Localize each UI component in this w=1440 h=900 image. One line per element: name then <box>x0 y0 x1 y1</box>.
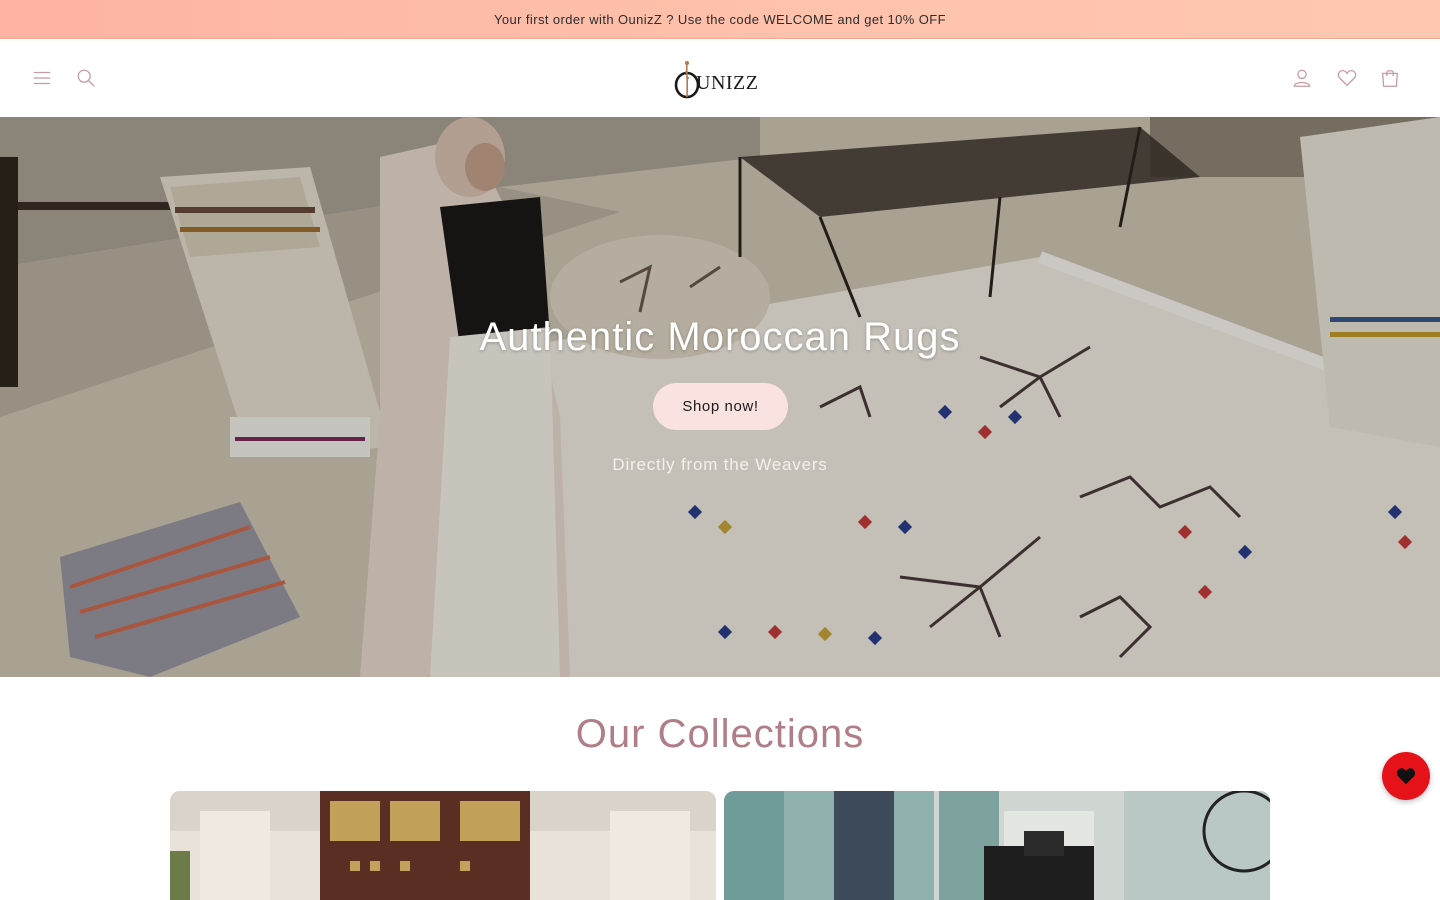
collection-card[interactable] <box>170 791 716 900</box>
floating-wishlist-button[interactable] <box>1382 752 1430 800</box>
collections-title: Our Collections <box>575 712 865 756</box>
shop-now-button[interactable]: Shop now! <box>653 383 788 430</box>
collection-image <box>170 791 716 900</box>
search-icon[interactable] <box>74 66 98 90</box>
hero-banner: Authentic Moroccan Rugs Shop now! Direct… <box>0 117 1440 677</box>
hero-subtitle: Directly from the Weavers <box>612 455 828 474</box>
announcement-text: Your first order with OunizZ ? Use the c… <box>494 11 946 27</box>
heart-icon[interactable] <box>1335 66 1359 90</box>
collection-image <box>724 791 1270 900</box>
logo-text: UNIZZ <box>696 71 759 94</box>
hero-title: Authentic Moroccan Rugs <box>479 315 961 359</box>
site-header: UNIZZ <box>0 39 1440 117</box>
site-logo[interactable]: UNIZZ <box>674 57 768 101</box>
menu-icon[interactable] <box>30 66 54 90</box>
cart-icon[interactable] <box>1378 66 1402 90</box>
account-icon[interactable] <box>1290 66 1314 90</box>
announcement-bar: Your first order with OunizZ ? Use the c… <box>0 0 1440 39</box>
collection-card[interactable] <box>724 791 1270 900</box>
heart-icon <box>1396 768 1416 785</box>
